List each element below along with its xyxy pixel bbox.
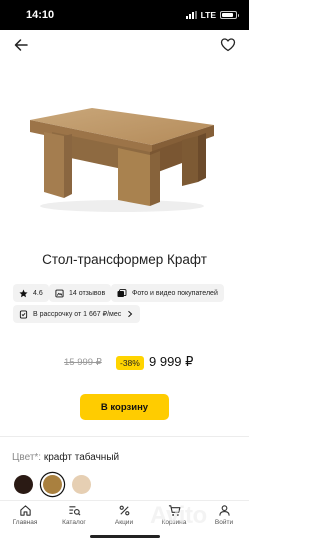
- tab-home-label: Главная: [12, 519, 38, 526]
- old-price: 15 999 ₽: [64, 357, 102, 368]
- color-swatch-kraft-tobacco[interactable]: [43, 475, 62, 494]
- installment-label: В рассрочку от 1 667 ₽/мес: [33, 311, 122, 318]
- coffee-table-image: [30, 108, 214, 212]
- color-value: крафт табачный: [43, 452, 120, 463]
- network-type: LTE: [200, 10, 216, 20]
- price-row: 15 999 ₽ -38% 9 999 ₽: [0, 352, 249, 374]
- star-icon: [19, 289, 28, 297]
- battery-icon: [220, 11, 239, 19]
- add-to-cart-button[interactable]: В корзину: [80, 394, 169, 420]
- discount-badge: -38%: [116, 356, 144, 370]
- installment-icon: [19, 309, 28, 319]
- tab-promotions-label: Акции: [114, 519, 134, 526]
- color-swatch-beige[interactable]: [72, 475, 91, 494]
- signal-icon: [185, 11, 197, 19]
- reviews-icon: [55, 289, 64, 297]
- tab-login[interactable]: Войти: [204, 504, 244, 536]
- heart-icon[interactable]: [220, 37, 236, 53]
- color-swatch-dark-brown[interactable]: [14, 475, 33, 494]
- tab-catalog[interactable]: Каталог: [54, 504, 94, 536]
- current-price: 9 999 ₽: [149, 354, 194, 369]
- rating-chip[interactable]: 4.6: [13, 284, 49, 302]
- home-indicator: [90, 535, 160, 538]
- tab-promotions[interactable]: Акции: [104, 504, 144, 536]
- percent-icon: [119, 505, 129, 516]
- color-label: Цвет*: крафт табачный: [12, 452, 119, 463]
- reviews-count: 14 отзывов: [69, 289, 106, 297]
- tab-login-label: Войти: [214, 519, 234, 526]
- bottom-tab-bar: Главная Каталог Акции Корзина Войти: [0, 500, 249, 540]
- buyer-media-label: Фото и видео покупателей: [132, 289, 218, 297]
- reviews-chip[interactable]: 14 отзывов: [49, 284, 112, 302]
- tab-home[interactable]: Главная: [5, 504, 45, 536]
- tab-catalog-label: Каталог: [62, 519, 86, 526]
- product-photo[interactable]: [0, 60, 249, 235]
- divider: [0, 436, 249, 437]
- user-icon: [218, 505, 230, 516]
- installment-chip[interactable]: В рассрочку от 1 667 ₽/мес: [13, 305, 141, 323]
- chevron-right-icon: [128, 310, 133, 318]
- catalog-search-icon: [68, 506, 80, 516]
- product-title: Стол-трансформер Крафт: [42, 252, 207, 267]
- home-icon: [19, 505, 31, 516]
- buyer-media-chip[interactable]: Фото и видео покупателей: [111, 284, 224, 302]
- arrow-left-icon[interactable]: [13, 37, 29, 53]
- status-time: 14:10: [26, 9, 55, 21]
- color-key: Цвет*:: [12, 452, 42, 463]
- avito-watermark: Avito: [150, 502, 207, 529]
- status-indicators: LTE: [185, 10, 239, 20]
- top-navigation: [0, 30, 249, 60]
- status-bar: 14:10 LTE: [0, 0, 249, 30]
- rating-value: 4.6: [33, 289, 43, 297]
- gallery-icon: [117, 288, 127, 297]
